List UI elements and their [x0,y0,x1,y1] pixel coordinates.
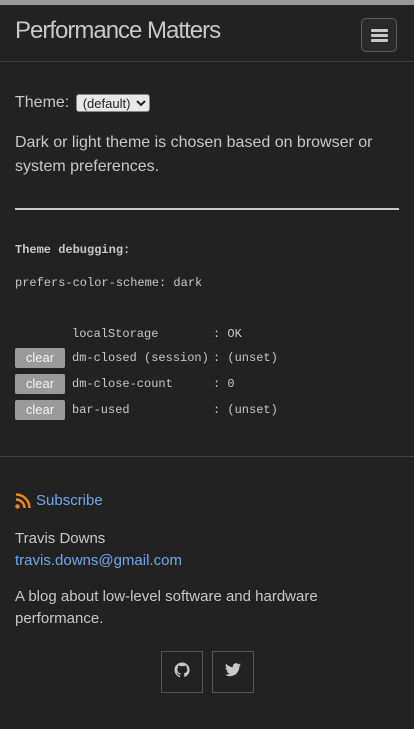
theme-label: Theme: [15,94,70,112]
debug-key: bar-used [72,403,130,417]
debug-title: Theme debugging: [15,243,131,257]
debug-value: : OK [213,327,242,341]
debug-key: dm-close-count [72,377,173,391]
theme-selector-row: Theme: (default) [15,94,150,112]
site-title[interactable]: Performance Matters [15,17,221,45]
debug-value: : (unset) [213,351,278,365]
github-icon [174,661,190,683]
clear-button[interactable]: clear [15,348,65,368]
site-header: Performance Matters [0,5,414,62]
twitter-icon [225,662,241,682]
menu-toggle-button[interactable] [361,18,397,52]
author-name: Travis Downs [15,530,106,547]
debug-value: : (unset) [213,403,278,417]
clear-button[interactable]: clear [15,374,65,394]
github-link[interactable] [161,651,203,693]
author-email-link[interactable]: travis.downs@gmail.com [15,552,182,569]
debug-key: localStorage [72,327,159,341]
debug-row-bar-used: clear bar-used : (unset) [15,400,278,420]
divider [15,208,399,210]
debug-value: : 0 [213,377,235,391]
subscribe-link-row[interactable]: Subscribe [15,492,103,509]
prefers-color-scheme-readout: prefers-color-scheme: dark [15,276,203,290]
theme-description: Dark or light theme is chosen based on b… [15,134,373,175]
blog-description: A blog about low-level software and hard… [15,588,318,627]
debug-row-localstorage: localStorage : OK [15,324,242,344]
rss-icon [15,492,31,509]
subscribe-link[interactable]: Subscribe [36,492,103,509]
footer-divider [0,456,414,457]
debug-row-dm-closed: clear dm-closed (session) : (unset) [15,348,278,368]
debug-key: dm-closed (session) [72,351,209,365]
debug-row-dm-close-count: clear dm-close-count : 0 [15,374,235,394]
theme-select[interactable]: (default) [75,94,150,112]
clear-button[interactable]: clear [15,400,65,420]
twitter-link[interactable] [212,651,254,693]
